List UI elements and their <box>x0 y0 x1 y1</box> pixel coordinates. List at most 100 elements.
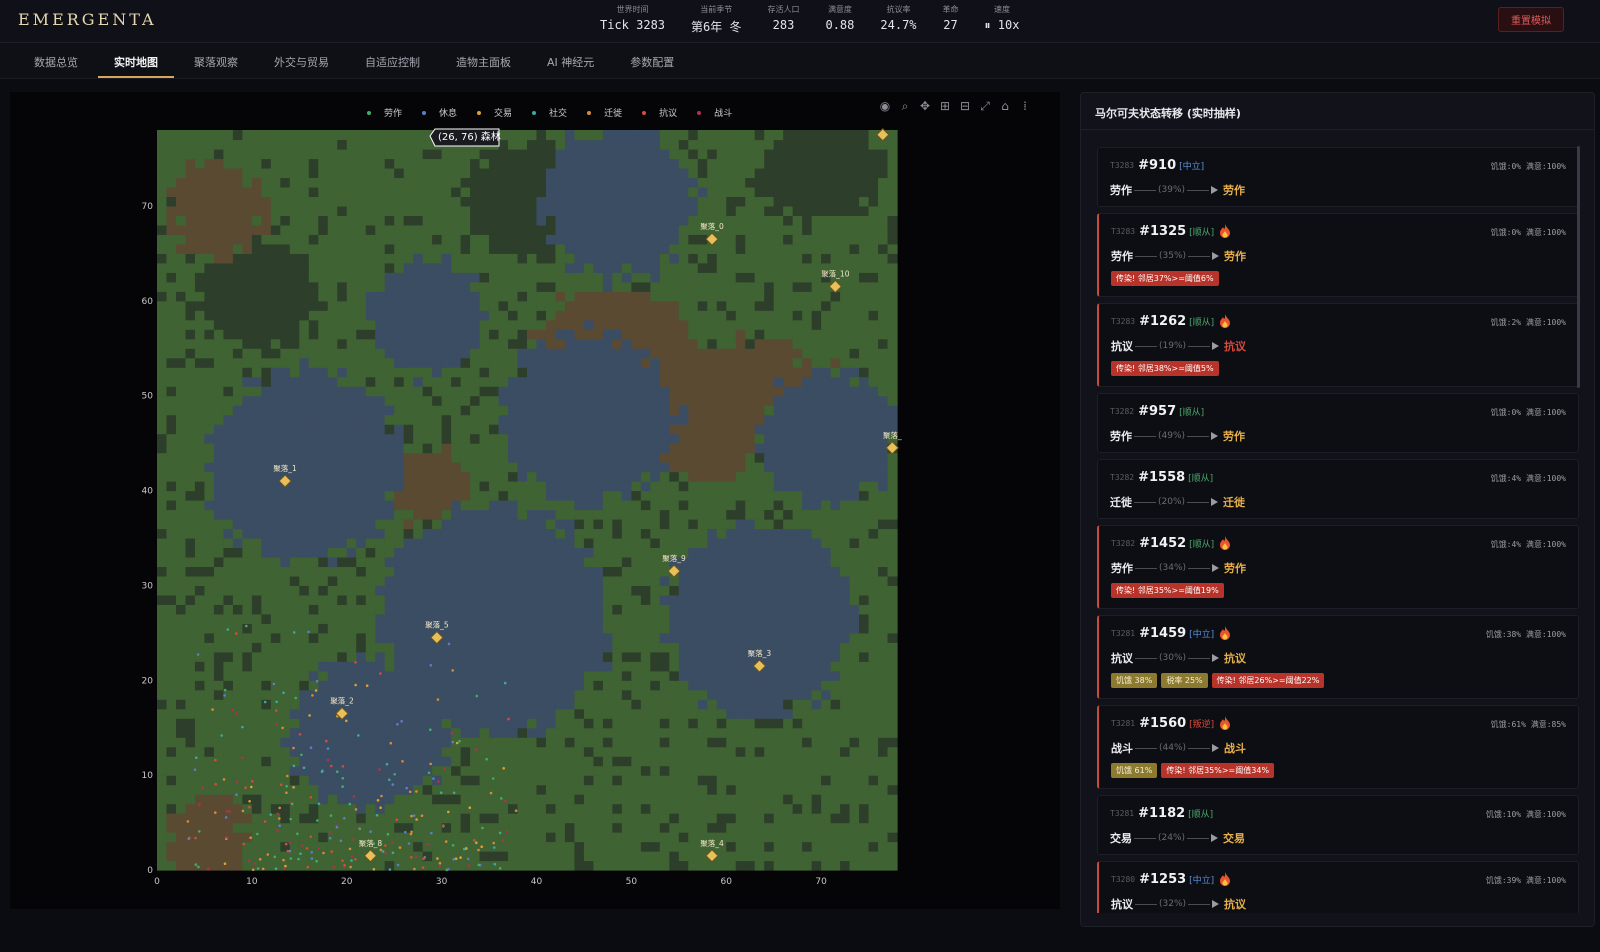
terrain-cell-forest <box>821 357 832 368</box>
terrain-cell-forest <box>318 642 329 653</box>
tab-creator-panel[interactable]: 造物主面板 <box>440 43 527 78</box>
terrain-cell-water <box>527 424 538 435</box>
reset-simulation-button[interactable]: 重置模拟 <box>1498 7 1564 32</box>
terrain-cell-water <box>773 414 784 425</box>
terrain-cell-forest <box>318 632 329 643</box>
terrain-cell-forest <box>745 500 756 511</box>
terrain-cell-forest <box>631 556 642 568</box>
terrain-cell-forest <box>868 822 879 833</box>
terrain-cell-forest <box>754 490 765 501</box>
terrain-cell-water <box>527 661 538 672</box>
terrain-cell-water <box>536 613 547 624</box>
terrain-cell-forest <box>157 718 168 729</box>
terrain-cell-dark <box>251 272 262 283</box>
tab-ai-neurons[interactable]: AI 神经元 <box>531 43 610 78</box>
terrain-cell-dark <box>185 737 196 748</box>
terrain-cell-water <box>621 338 632 349</box>
terrain-cell-water <box>536 376 547 387</box>
terrain-cell-forest <box>185 386 196 397</box>
terrain-cell-forest <box>612 765 623 776</box>
terrain-cell-forest <box>451 756 462 767</box>
terrain-cell-forest <box>157 651 168 662</box>
terrain-cell-dark <box>157 443 168 454</box>
terrain-cell-forest <box>375 604 386 615</box>
terrain-cell-water <box>574 338 585 349</box>
terrain-cell-water <box>403 262 414 273</box>
terrain-cell-water <box>688 556 699 568</box>
terrain-cell-forest <box>612 594 623 605</box>
terrain-cell-forest <box>280 642 291 653</box>
terrain-cell-water <box>451 509 462 520</box>
terrain-cell-dark <box>289 291 300 302</box>
terrain-cell-forest <box>726 746 737 757</box>
terrain-cell-forest <box>185 443 196 454</box>
terrain-cell-water <box>337 462 348 473</box>
terrain-cell-forest <box>868 585 879 596</box>
world-map-chart[interactable]: 0 10 20 30 40 50 60 70010203040506070聚落_0聚落_1聚落… <box>10 92 1060 909</box>
terrain-cell-water <box>564 452 576 463</box>
terrain-cell-forest <box>602 528 613 539</box>
terrain-cell-water <box>242 500 253 511</box>
terrain-cell-water <box>413 775 424 786</box>
terrain-cell-forest <box>830 518 841 530</box>
terrain-cell-water <box>451 348 462 359</box>
terrain-cell-water <box>394 737 405 748</box>
terrain-cell-mountain <box>574 291 585 302</box>
terrain-cell-forest <box>840 832 851 843</box>
terrain-cell-forest <box>166 338 177 349</box>
terrain-cell-water <box>536 585 547 596</box>
terrain-cell-water <box>545 699 557 710</box>
terrain-cell-forest <box>754 813 765 824</box>
terrain-cell-water <box>830 642 841 653</box>
terrain-cell-dark <box>707 822 718 833</box>
terrain-cell-forest <box>697 727 708 738</box>
terrain-cell-water <box>460 699 471 710</box>
terrain-cell-forest <box>621 708 632 719</box>
terrain-cell-forest <box>517 851 528 862</box>
terrain-cell-dark <box>716 822 727 833</box>
terrain-cell-dark <box>726 784 737 795</box>
terrain-cell-water <box>527 623 538 634</box>
terrain-cell-water <box>403 727 414 738</box>
terrain-cell-forest <box>821 319 832 330</box>
terrain-cell-water <box>555 661 566 672</box>
terrain-cell-water <box>356 518 367 530</box>
terrain-cell-water <box>204 433 215 444</box>
terrain-cell-forest <box>527 300 538 311</box>
terrain-cell-forest <box>242 357 253 368</box>
tab-adaptive-control[interactable]: 自适应控制 <box>349 43 436 78</box>
terrain-cell-forest <box>878 642 889 653</box>
terrain-cell-water <box>337 518 348 530</box>
terrain-cell-forest <box>346 623 357 634</box>
terrain-cell-water <box>451 604 462 615</box>
terrain-cell-water <box>707 689 718 700</box>
terrain-cell-forest <box>659 699 670 710</box>
terrain-cell-forest <box>157 661 168 672</box>
terrain-cell-mountain <box>223 813 234 824</box>
terrain-cell-forest <box>337 272 348 283</box>
speed-toggle[interactable]: ⏸ 10x <box>985 18 1020 33</box>
terrain-cell-water <box>545 585 557 596</box>
terrain-cell-dark <box>887 575 898 586</box>
tab-overview[interactable]: 数据总览 <box>18 43 94 78</box>
terrain-cell-forest <box>194 623 206 634</box>
tab-diplomacy[interactable]: 外交与贸易 <box>258 43 345 78</box>
stat-speed[interactable]: 速度 ⏸ 10x <box>985 4 1020 35</box>
tab-settlements[interactable]: 聚落观察 <box>178 43 254 78</box>
terrain-cell-forest <box>185 651 196 662</box>
tab-live-map[interactable]: 实时地图 <box>98 43 174 78</box>
terrain-cell-forest <box>536 756 547 767</box>
terrain-cell-water <box>441 575 452 586</box>
terrain-cell-water <box>242 462 253 473</box>
terrain-cell-dark <box>356 594 367 605</box>
tab-parameters[interactable]: 参数配置 <box>614 43 690 78</box>
terrain-cell-forest <box>422 424 433 435</box>
terrain-cell-forest <box>166 291 177 302</box>
terrain-cell-water <box>545 680 557 691</box>
terrain-cell-forest <box>669 803 680 814</box>
terrain-cell-forest <box>840 680 851 691</box>
terrain-cell-forest <box>840 547 851 558</box>
terrain-cell-forest <box>175 756 187 767</box>
terrain-cell-dark <box>574 851 585 862</box>
terrain-cell-forest <box>508 775 519 786</box>
